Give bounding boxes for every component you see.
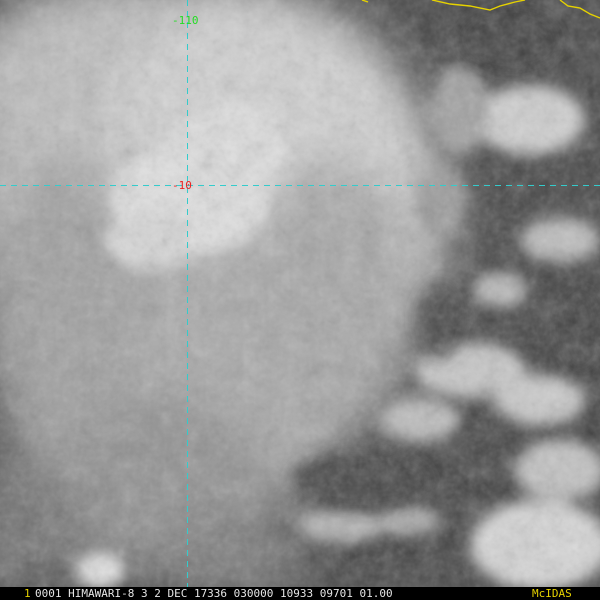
- status-bar: 1 0001 HIMAWARI-8 3 2 DEC 17336 030000 1…: [0, 587, 600, 600]
- status-frame-index: 1: [24, 587, 31, 600]
- satellite-imagery: [0, 0, 600, 587]
- satellite-image-frame: -110 -10 1 0001 HIMAWARI-8 3 2 DEC 17336…: [0, 0, 600, 600]
- status-brand-label: McIDAS: [532, 587, 572, 600]
- longitude-label: -110: [172, 14, 199, 27]
- latitude-label: -10: [172, 179, 192, 192]
- status-info-text: 0001 HIMAWARI-8 3 2 DEC 17336 030000 109…: [35, 587, 393, 600]
- cloud-grain: [0, 0, 600, 587]
